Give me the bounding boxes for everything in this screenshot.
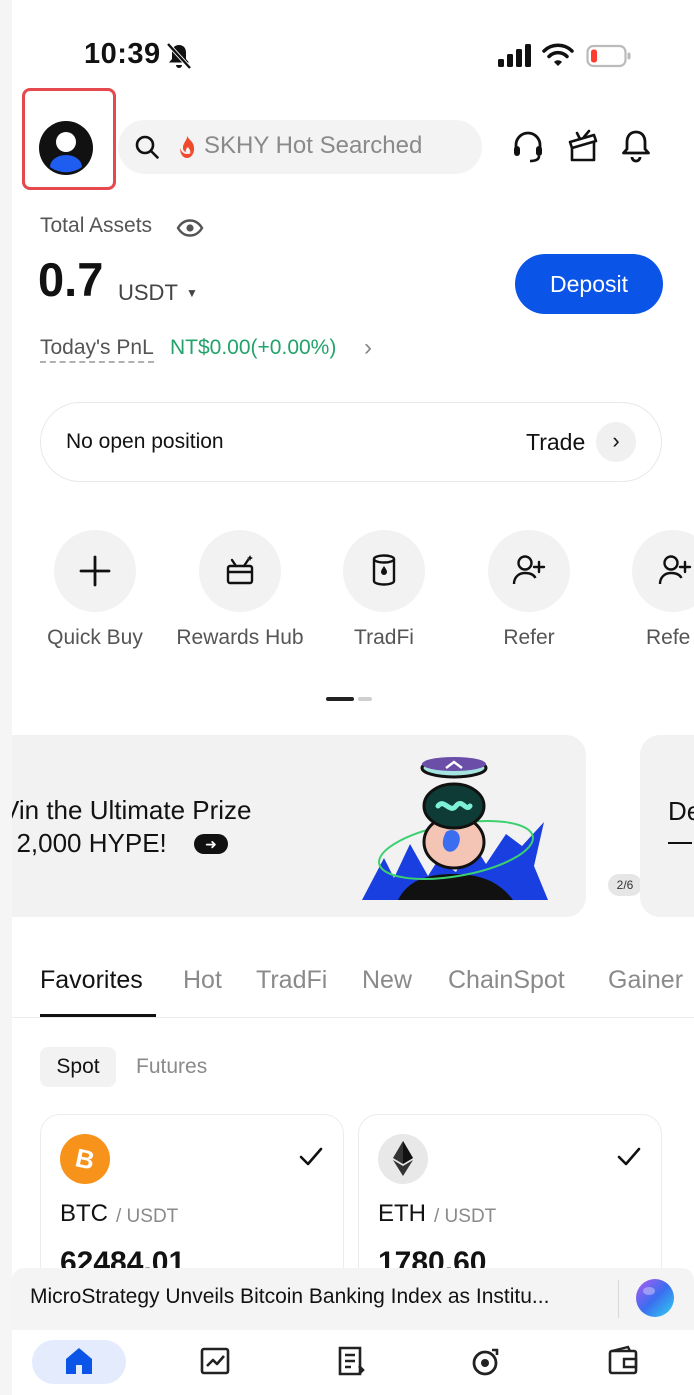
chevron-right-icon[interactable]: › <box>596 422 636 462</box>
gift-box-icon[interactable] <box>566 128 602 164</box>
news-headline[interactable]: MicroStrategy Unveils Bitcoin Banking In… <box>30 1285 610 1309</box>
barrel-icon <box>372 554 396 586</box>
caret-down-icon[interactable]: ▼ <box>186 286 198 300</box>
earn-icon[interactable] <box>470 1344 504 1378</box>
tab-gainer[interactable]: Gainer <box>608 966 683 995</box>
assets-unit-select[interactable]: USDT <box>118 280 178 306</box>
pnl-value: NT$0.00(+0.00%) <box>170 336 337 359</box>
indicator-active <box>326 697 354 701</box>
hype-tokens-illustration <box>362 757 548 900</box>
status-time: 10:39 <box>84 38 161 70</box>
bitcoin-icon: B <box>60 1134 110 1184</box>
bell-icon[interactable] <box>618 128 654 164</box>
gift-icon <box>226 555 254 585</box>
plus-icon <box>79 555 111 587</box>
tab-favorites[interactable]: Favorites <box>40 966 143 995</box>
trade-link[interactable]: Trade <box>526 429 585 456</box>
flame-icon <box>180 135 195 158</box>
quick-action-label: Quick Buy <box>47 626 143 649</box>
add-user-icon <box>658 555 692 585</box>
markets-icon[interactable] <box>198 1344 232 1378</box>
tab-spot[interactable]: Spot <box>40 1047 116 1087</box>
coin-name: BTC <box>60 1200 108 1227</box>
tab-chainspot[interactable]: ChainSpot <box>448 966 565 995</box>
ai-assistant-icon[interactable] <box>634 1277 676 1319</box>
bell-off-icon <box>166 42 192 70</box>
signal-icon <box>498 44 531 67</box>
add-user-icon <box>512 555 546 585</box>
tab-hot[interactable]: Hot <box>183 966 222 995</box>
tab-futures[interactable]: Futures <box>136 1055 207 1079</box>
support-headset-icon[interactable] <box>510 128 546 164</box>
quick-action-label: TradFi <box>354 626 414 649</box>
quick-action-label: Refe <box>646 626 691 649</box>
indicator-dot <box>358 697 372 701</box>
home-screen: 10:39 SKHY Hot Searched Total Assets 0.7… <box>12 0 694 1395</box>
search-icon <box>135 135 159 159</box>
coin-quote: / USDT <box>116 1206 179 1227</box>
quick-action-label: Rewards Hub <box>176 626 304 649</box>
home-icon[interactable] <box>62 1344 96 1378</box>
battery-icon <box>586 44 631 68</box>
total-assets-label: Total Assets <box>40 214 153 237</box>
trade-icon[interactable] <box>334 1344 368 1378</box>
check-icon[interactable] <box>616 1144 642 1170</box>
pnl-label[interactable]: Today's PnL <box>40 336 154 363</box>
banner-next-line <box>668 842 692 844</box>
coin-quote: / USDT <box>434 1206 497 1227</box>
banner-title: Vin the Ultimate Prize <box>12 795 252 825</box>
deposit-button[interactable]: Deposit <box>515 254 663 314</box>
ethereum-icon <box>378 1134 428 1184</box>
wifi-icon <box>542 43 574 66</box>
search-placeholder: SKHY Hot Searched <box>204 132 423 159</box>
divider <box>618 1280 619 1318</box>
tab-tradfi[interactable]: TradFi <box>256 966 327 995</box>
banner-next-title: De <box>668 796 694 826</box>
banner-page-indicator: 2/6 <box>608 874 642 896</box>
wallet-icon[interactable] <box>606 1344 640 1378</box>
tab-new[interactable]: New <box>362 966 412 995</box>
chevron-right-icon[interactable]: › <box>364 334 372 362</box>
coin-name: ETH <box>378 1200 426 1227</box>
check-icon[interactable] <box>298 1144 324 1170</box>
total-assets-value: 0.7 <box>38 253 104 306</box>
arrow-right-icon[interactable]: ➜ <box>194 834 228 854</box>
eye-icon[interactable] <box>176 216 204 240</box>
divider <box>12 1017 694 1018</box>
banner-subtitle: f 2,000 HYPE! <box>12 828 167 858</box>
position-status: No open position <box>66 430 224 453</box>
avatar[interactable] <box>38 120 94 176</box>
quick-action-label: Refer <box>503 626 555 649</box>
